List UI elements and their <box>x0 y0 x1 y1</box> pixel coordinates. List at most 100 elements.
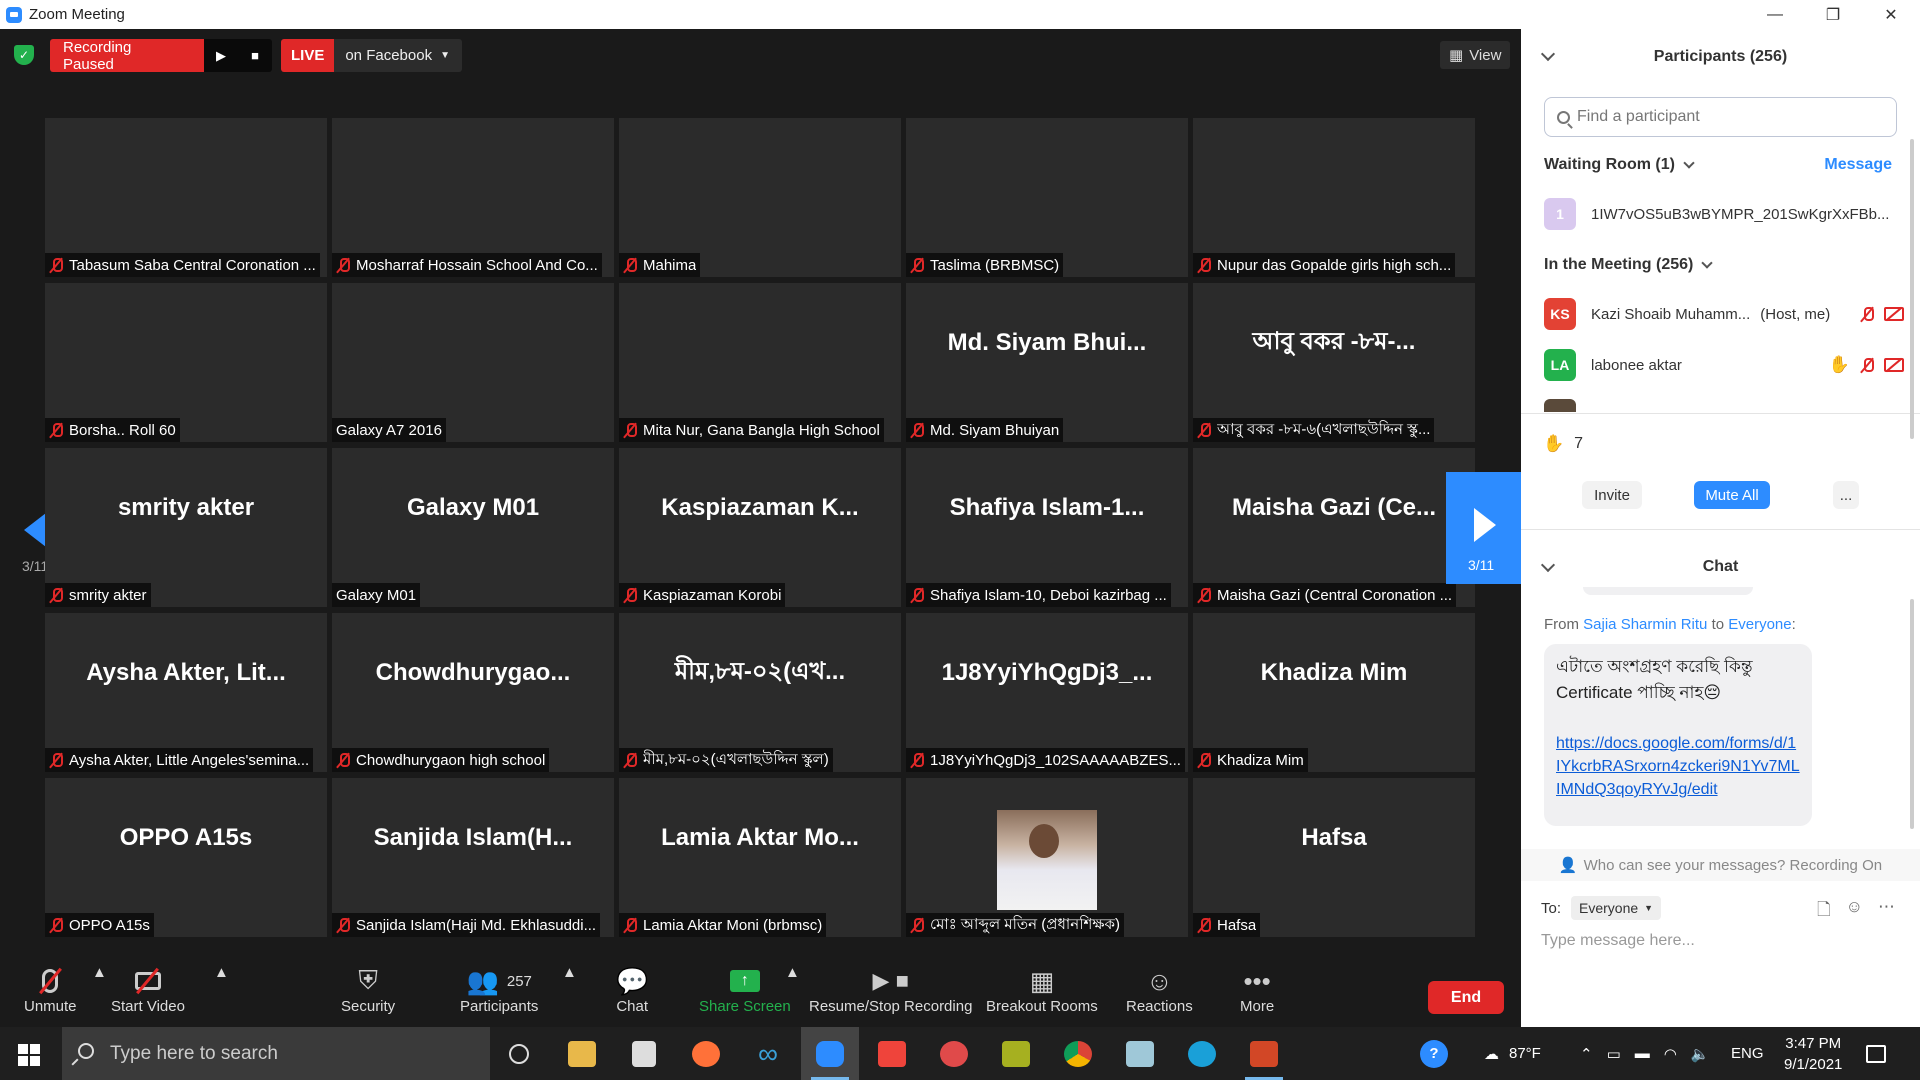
collapse-participants-chevron-icon[interactable] <box>1540 46 1556 62</box>
clock[interactable]: 3:47 PM 9/1/2021 <box>1784 1027 1842 1080</box>
participant-tile[interactable]: মীম,৮ম-০২(এখ... মীম,৮ম-০২(এখলাছউদ্দিন স্ক… <box>619 613 901 772</box>
recipient-dropdown[interactable]: Everyone ▼ <box>1571 896 1662 920</box>
chat-sender[interactable]: Sajia Sharmin Ritu <box>1583 616 1707 633</box>
waiting-room-section[interactable]: Waiting Room (1) <box>1544 156 1695 174</box>
input-language[interactable]: ENG <box>1731 1027 1764 1080</box>
view-button[interactable]: ▦ View <box>1440 41 1511 69</box>
participant-tile[interactable]: Chowdhurygao... Chowdhurygaon high school <box>332 613 614 772</box>
file-explorer-icon[interactable] <box>553 1027 611 1080</box>
participant-tile[interactable]: Md. Siyam Bhui... Md. Siyam Bhuiyan <box>906 283 1188 442</box>
resume-stop-recording-button[interactable]: ▶ ■ Resume/Stop Recording <box>809 964 972 1015</box>
participant-tile[interactable]: আবু বকর -৮ম-... আবু বকর -৮ম-৬(এখলাছউদ্দিন… <box>1193 283 1475 442</box>
participant-tile[interactable]: Galaxy A7 2016 <box>332 283 614 442</box>
muted-mic-icon[interactable] <box>1860 306 1874 323</box>
weather-widget[interactable]: ☁ 87°F <box>1484 1027 1541 1080</box>
task-view-icon[interactable] <box>490 1027 548 1080</box>
taskbar-search-input[interactable]: Type here to search <box>62 1027 490 1080</box>
video-options-caret-icon[interactable]: ▲ <box>214 964 229 981</box>
participants-caret-icon[interactable]: ▲ <box>562 964 577 981</box>
encryption-shield-icon[interactable]: ✓ <box>14 45 34 65</box>
reactions-button[interactable]: ☺ Reactions <box>1126 964 1193 1016</box>
muted-mic-icon[interactable] <box>1860 357 1874 374</box>
participants-scrollbar[interactable] <box>1910 139 1914 439</box>
chrome-icon[interactable] <box>1049 1027 1107 1080</box>
chat-message-input[interactable]: Type message here... <box>1541 932 1695 950</box>
maximize-icon[interactable]: ❐ <box>1804 0 1862 29</box>
participant-search-input[interactable]: Find a participant <box>1544 97 1897 137</box>
windows-start-icon[interactable] <box>18 1044 40 1066</box>
image-app-icon[interactable] <box>987 1027 1045 1080</box>
more-dots-icon[interactable]: ⋯ <box>1878 897 1895 926</box>
infinity-app-icon[interactable]: ∞ <box>739 1027 797 1080</box>
store-icon[interactable] <box>615 1027 673 1080</box>
participant-tile[interactable]: Khadiza Mim Khadiza Mim <box>1193 613 1475 772</box>
zoom-taskbar-icon[interactable] <box>801 1027 859 1080</box>
live-target-dropdown[interactable]: on Facebook ▼ <box>334 39 462 72</box>
chat-button[interactable]: 💬 Chat <box>616 964 648 1016</box>
more-options-button[interactable]: ... <box>1833 481 1859 509</box>
audio-options-caret-icon[interactable]: ▲ <box>92 964 107 981</box>
participant-tile[interactable]: Tabasum Saba Central Coronation ... <box>45 118 327 277</box>
participant-tile[interactable]: Mosharraf Hossain School And Co... <box>332 118 614 277</box>
share-options-caret-icon[interactable]: ▲ <box>785 964 800 981</box>
more-button[interactable]: ••• More <box>1240 964 1274 1016</box>
anydesk-icon[interactable] <box>863 1027 921 1080</box>
participant-tile[interactable]: Mahima <box>619 118 901 277</box>
participant-row[interactable]: KS Kazi Shoaib Muhamm... (Host, me) <box>1544 297 1904 331</box>
share-screen-button[interactable]: ↑ Share Screen <box>699 964 791 1015</box>
participant-tile[interactable]: smrity akter smrity akter <box>45 448 327 607</box>
file-icon[interactable]: 🗋 <box>1817 897 1831 926</box>
document-app-icon[interactable] <box>1111 1027 1169 1080</box>
help-icon[interactable]: ? <box>1420 1027 1448 1080</box>
who-can-see-banner[interactable]: 👤 Who can see your messages? Recording O… <box>1521 849 1920 881</box>
chat-message-link[interactable]: https://docs.google.com/forms/d/1IYkcrbR… <box>1556 732 1800 801</box>
security-button[interactable]: ⛨ Security <box>341 964 395 1015</box>
participant-tile[interactable]: মোঃ আব্দুল মতিন (প্রধানশিক্ষক) <box>906 778 1188 937</box>
participant-tile[interactable]: OPPO A15s OPPO A15s <box>45 778 327 937</box>
unmute-button[interactable]: Unmute <box>24 964 77 1015</box>
resume-recording-play-icon[interactable]: ▶ <box>204 39 238 72</box>
participant-tile[interactable]: Taslima (BRBMSC) <box>906 118 1188 277</box>
participant-tile[interactable]: Galaxy M01 Galaxy M01 <box>332 448 614 607</box>
in-meeting-section[interactable]: In the Meeting (256) <box>1544 256 1714 274</box>
invite-button[interactable]: Invite <box>1582 481 1642 509</box>
participant-tile[interactable]: Mita Nur, Gana Bangla High School <box>619 283 901 442</box>
participant-tile[interactable]: Maisha Gazi (Ce... Maisha Gazi (Central C… <box>1193 448 1475 607</box>
participant-tile[interactable]: 1J8YyiYhQgDj3_... 1J8YyiYhQgDj3_102SAAAAA… <box>906 613 1188 772</box>
participants-button[interactable]: 👥 257 Participants <box>460 964 538 1016</box>
muted-mic-icon <box>623 587 637 603</box>
live-stream-pill[interactable]: LIVE on Facebook ▼ <box>281 39 462 72</box>
chat-scrollbar[interactable] <box>1910 599 1914 829</box>
next-page-button[interactable]: 3/11 <box>1446 472 1521 584</box>
stop-recording-icon[interactable]: ■ <box>238 39 272 72</box>
notification-icon[interactable] <box>1866 1027 1886 1080</box>
participant-tile[interactable]: Sanjida Islam(H... Sanjida Islam(Haji Md.… <box>332 778 614 937</box>
participant-tile[interactable]: Kaspiazaman K... Kaspiazaman Korobi <box>619 448 901 607</box>
close-icon[interactable]: ✕ <box>1862 0 1920 29</box>
participant-tile[interactable]: Borsha.. Roll 60 <box>45 283 327 442</box>
participant-tile[interactable]: Aysha Akter, Lit... Aysha Akter, Little A… <box>45 613 327 772</box>
participant-tile[interactable]: Shafiya Islam-1... Shafiya Islam-10, Debo… <box>906 448 1188 607</box>
participant-row[interactable] <box>1544 399 1904 412</box>
collapse-chat-chevron-icon[interactable] <box>1540 557 1556 573</box>
minimize-icon[interactable]: — <box>1746 0 1804 29</box>
participant-tile[interactable]: Lamia Aktar Mo... Lamia Aktar Moni (brbms… <box>619 778 901 937</box>
system-tray-icons[interactable]: ⌃ ▭ ▬ ◠ 🔈 <box>1580 1027 1710 1080</box>
edge-icon[interactable] <box>1173 1027 1231 1080</box>
breakout-rooms-button[interactable]: ▦ Breakout Rooms <box>986 964 1098 1016</box>
chat-recipient[interactable]: Everyone <box>1728 616 1791 633</box>
end-meeting-button[interactable]: End <box>1428 981 1504 1014</box>
message-waiting-room-link[interactable]: Message <box>1824 156 1892 174</box>
participant-tile[interactable]: Nupur das Gopalde girls high sch... <box>1193 118 1475 277</box>
participant-row[interactable]: LA labonee aktar ✋ <box>1544 348 1904 382</box>
participant-tile[interactable]: Hafsa Hafsa <box>1193 778 1475 937</box>
paint-app-icon[interactable] <box>925 1027 983 1080</box>
emoji-icon[interactable]: ☺ <box>1846 897 1863 926</box>
waiting-participant-row[interactable]: 1 1IW7vOS5uB3wBYMPR_201SwKgrXxFBb... <box>1544 197 1904 231</box>
video-off-icon[interactable] <box>1884 307 1904 321</box>
start-video-button[interactable]: Start Video <box>111 964 185 1015</box>
video-off-icon[interactable] <box>1884 358 1904 372</box>
mute-all-button[interactable]: Mute All <box>1694 481 1770 509</box>
powerpoint-icon[interactable] <box>1235 1027 1293 1080</box>
firefox-icon[interactable] <box>677 1027 735 1080</box>
